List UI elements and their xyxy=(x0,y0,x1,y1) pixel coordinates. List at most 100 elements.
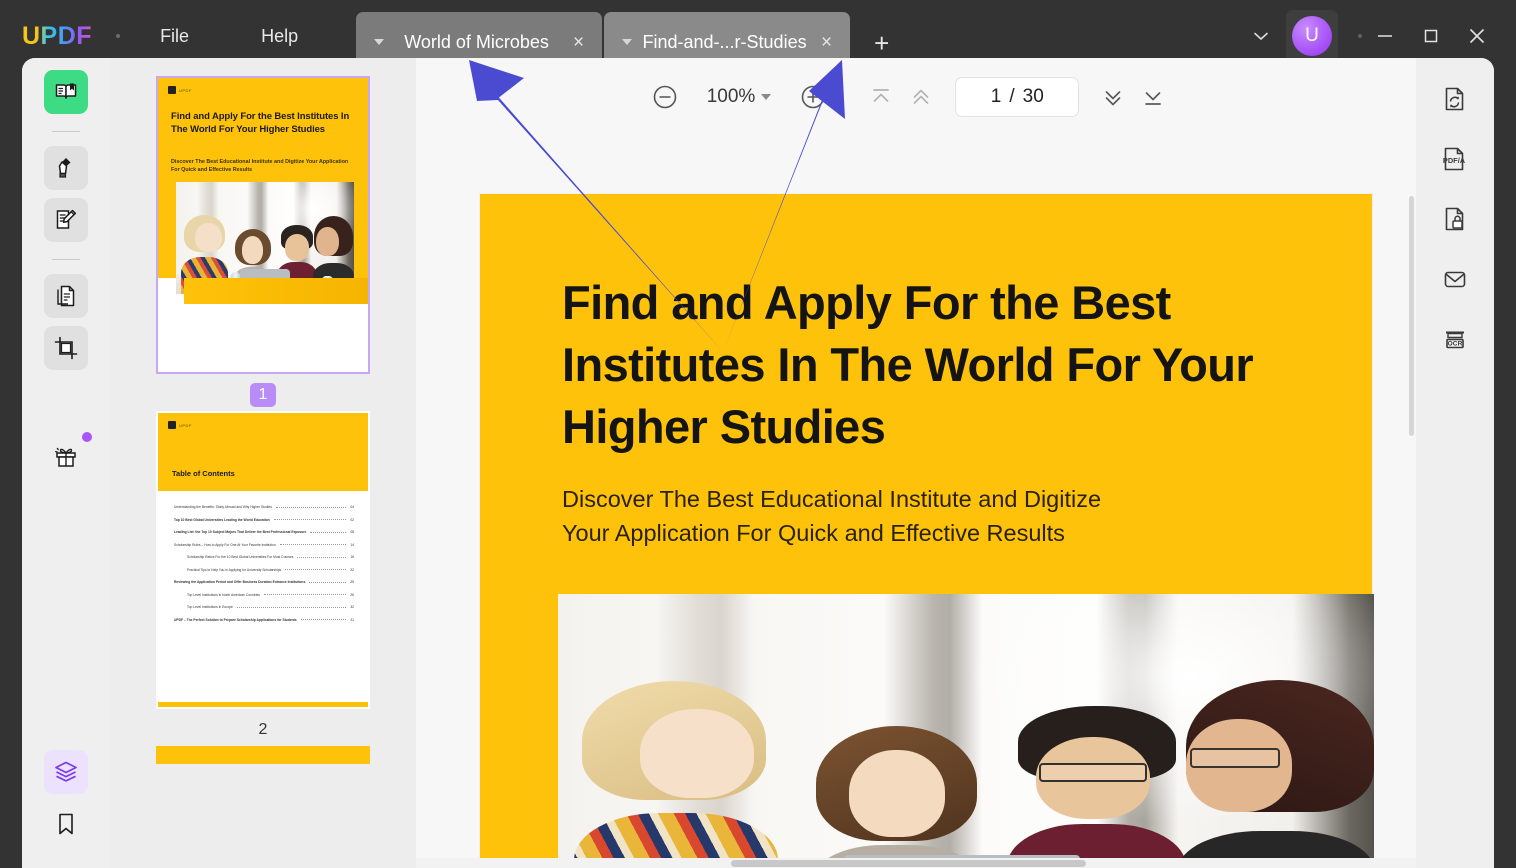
svg-text:PDF/A: PDF/A xyxy=(1443,156,1466,165)
highlighter-marker-icon xyxy=(58,158,71,178)
sidebar-item-layers[interactable] xyxy=(44,750,88,794)
book-reader-icon xyxy=(55,83,77,99)
bookmark-icon xyxy=(59,813,73,835)
sidebar-item-crop-page[interactable] xyxy=(44,326,88,370)
horizontal-scrollbar[interactable] xyxy=(416,858,1416,868)
toc-entry: Top 10 Best Global Universities Leading … xyxy=(174,517,354,522)
user-account-button[interactable]: U xyxy=(1286,10,1338,62)
left-tool-rail xyxy=(22,58,110,868)
maximize-button[interactable] xyxy=(1408,11,1454,61)
sidebar-item-reader[interactable] xyxy=(44,70,88,114)
thumbnail-card[interactable]: UPDF Find and Apply For the Best Institu… xyxy=(156,76,370,374)
convert-document-icon xyxy=(1445,87,1464,111)
thumb-brand-logo: UPDF xyxy=(168,421,192,429)
thumb-heading: Find and Apply For the Best Institutes I… xyxy=(171,111,350,136)
sidebar-item-edit-pdf[interactable] xyxy=(44,198,88,242)
thumbnail-page-3-partial[interactable] xyxy=(156,746,370,764)
horizontal-scrollbar-thumb[interactable] xyxy=(731,860,1086,867)
thumbnail-card[interactable]: UPDF Table of Contents Understanding the… xyxy=(156,411,370,709)
protect-pdf-button[interactable] xyxy=(1432,196,1478,242)
document-photo xyxy=(558,594,1374,868)
minimize-button[interactable] xyxy=(1362,11,1408,61)
current-page-value: 1 xyxy=(990,86,1002,107)
pdf-page-1: Find and Apply For the Best Institutes I… xyxy=(480,194,1374,868)
zoom-out-icon xyxy=(653,85,676,109)
next-page-button[interactable] xyxy=(1093,77,1133,117)
last-page-button[interactable] xyxy=(1133,77,1173,117)
sidebar-item-comment[interactable] xyxy=(44,146,88,190)
thumbnail-card[interactable] xyxy=(156,746,370,764)
zoom-dropdown-caret-icon[interactable] xyxy=(761,94,772,100)
pdfa-document-icon: PDF/A xyxy=(1443,147,1466,171)
convert-pdf-button[interactable] xyxy=(1432,76,1478,122)
gift-icon xyxy=(55,447,76,467)
thumb-brand-logo: UPDF xyxy=(168,86,192,94)
thumbnail-page-2[interactable]: UPDF Table of Contents Understanding the… xyxy=(156,411,370,742)
thumbnail-page-1[interactable]: UPDF Find and Apply For the Best Institu… xyxy=(156,76,370,407)
page-canvas[interactable]: Find and Apply For the Best Institutes I… xyxy=(416,136,1416,868)
titlebar-separator-dot xyxy=(116,34,121,38)
thumbnail-page-number: 1 xyxy=(250,383,276,407)
menu-help[interactable]: Help xyxy=(247,26,312,47)
chevron-down-icon[interactable] xyxy=(1244,19,1278,53)
first-page-button[interactable] xyxy=(861,77,901,117)
toc-entry: Leading List: the Top 10 Subject Majors … xyxy=(174,530,354,534)
last-page-icon xyxy=(1145,92,1162,105)
sidebar-item-bookmarks[interactable] xyxy=(44,802,88,846)
tab-close-icon[interactable]: × xyxy=(817,33,836,52)
thumb-toc-list: Understanding the Benefits: Study Abroad… xyxy=(174,505,354,630)
previous-page-icon xyxy=(913,89,929,104)
thumbnail-page-number: 2 xyxy=(258,721,268,738)
svg-text:OCR: OCR xyxy=(1448,341,1463,348)
document-toolbar: 100% 1 / 30 xyxy=(416,58,1416,136)
menu-file[interactable]: File xyxy=(146,26,203,47)
ocr-button[interactable]: OCR xyxy=(1432,316,1478,362)
previous-page-button[interactable] xyxy=(901,77,941,117)
zoom-out-button[interactable] xyxy=(645,77,685,117)
document-subheading: Discover The Best Educational Institute … xyxy=(562,482,1332,550)
left-rail-bottom-group xyxy=(22,750,110,854)
page-separator: / xyxy=(1009,86,1015,107)
lock-document-icon xyxy=(1445,207,1464,231)
toc-entry: Top Level Institutions in North American… xyxy=(187,592,354,597)
thumb-toc-title: Table of Contents xyxy=(172,469,235,478)
next-page-icon xyxy=(1105,91,1121,106)
rail-divider xyxy=(52,259,80,260)
page-number-input[interactable]: 1 / 30 xyxy=(955,77,1080,117)
pdfa-button[interactable]: PDF/A xyxy=(1432,136,1478,182)
toc-entry: Understanding the Benefits: Study Abroad… xyxy=(174,505,354,509)
tab-close-icon[interactable]: × xyxy=(569,33,588,52)
zoom-level-value[interactable]: 100% xyxy=(707,86,756,108)
toc-entry: Scholarship Ratios For the 10 Best Globa… xyxy=(187,555,354,559)
vertical-scrollbar-thumb[interactable] xyxy=(1409,196,1414,436)
thumb-brand-text: UPDF xyxy=(179,422,192,428)
right-tool-rail: PDF/A OCR xyxy=(1416,58,1494,868)
ocr-icon: OCR xyxy=(1446,331,1464,349)
document-heading: Find and Apply For the Best Institutes I… xyxy=(562,276,1254,454)
tab-caret-down-icon[interactable] xyxy=(374,39,385,45)
updf-application-window: UPDF File Help World of Microbes × Find-… xyxy=(0,0,1516,868)
first-page-icon xyxy=(873,89,890,102)
document-subheading-line-1: Discover The Best Educational Institute … xyxy=(562,486,1102,512)
share-email-button[interactable] xyxy=(1432,256,1478,302)
sidebar-item-organize-pages[interactable] xyxy=(44,274,88,318)
notification-dot xyxy=(82,432,92,442)
zoom-in-button[interactable] xyxy=(793,77,833,117)
application-body: UPDF Find and Apply For the Best Institu… xyxy=(22,58,1494,868)
envelope-icon xyxy=(1444,271,1466,288)
close-button[interactable] xyxy=(1454,11,1500,61)
toc-entry: Practical Tips to Help You in Applying f… xyxy=(187,567,354,572)
document-view: 100% 1 / 30 Find and Apply For the Best … xyxy=(416,58,1416,868)
thumb-brand-text: UPDF xyxy=(179,87,192,93)
thumb-subheading: Discover The Best Educational Institute … xyxy=(171,159,349,174)
toc-entry: Top Level Institutions in Europe 32 xyxy=(187,605,354,609)
page-organize-icon xyxy=(57,285,75,307)
crop-icon xyxy=(54,336,78,360)
rail-divider xyxy=(52,131,80,132)
toc-entry: Reviewing the Application Period and Off… xyxy=(174,580,354,584)
new-tab-button[interactable]: + xyxy=(874,30,889,56)
page-thumbnail-panel[interactable]: UPDF Find and Apply For the Best Institu… xyxy=(110,58,416,868)
tab-caret-down-icon[interactable] xyxy=(622,39,633,45)
sidebar-item-gift[interactable] xyxy=(44,432,92,478)
zoom-in-icon xyxy=(801,85,825,109)
